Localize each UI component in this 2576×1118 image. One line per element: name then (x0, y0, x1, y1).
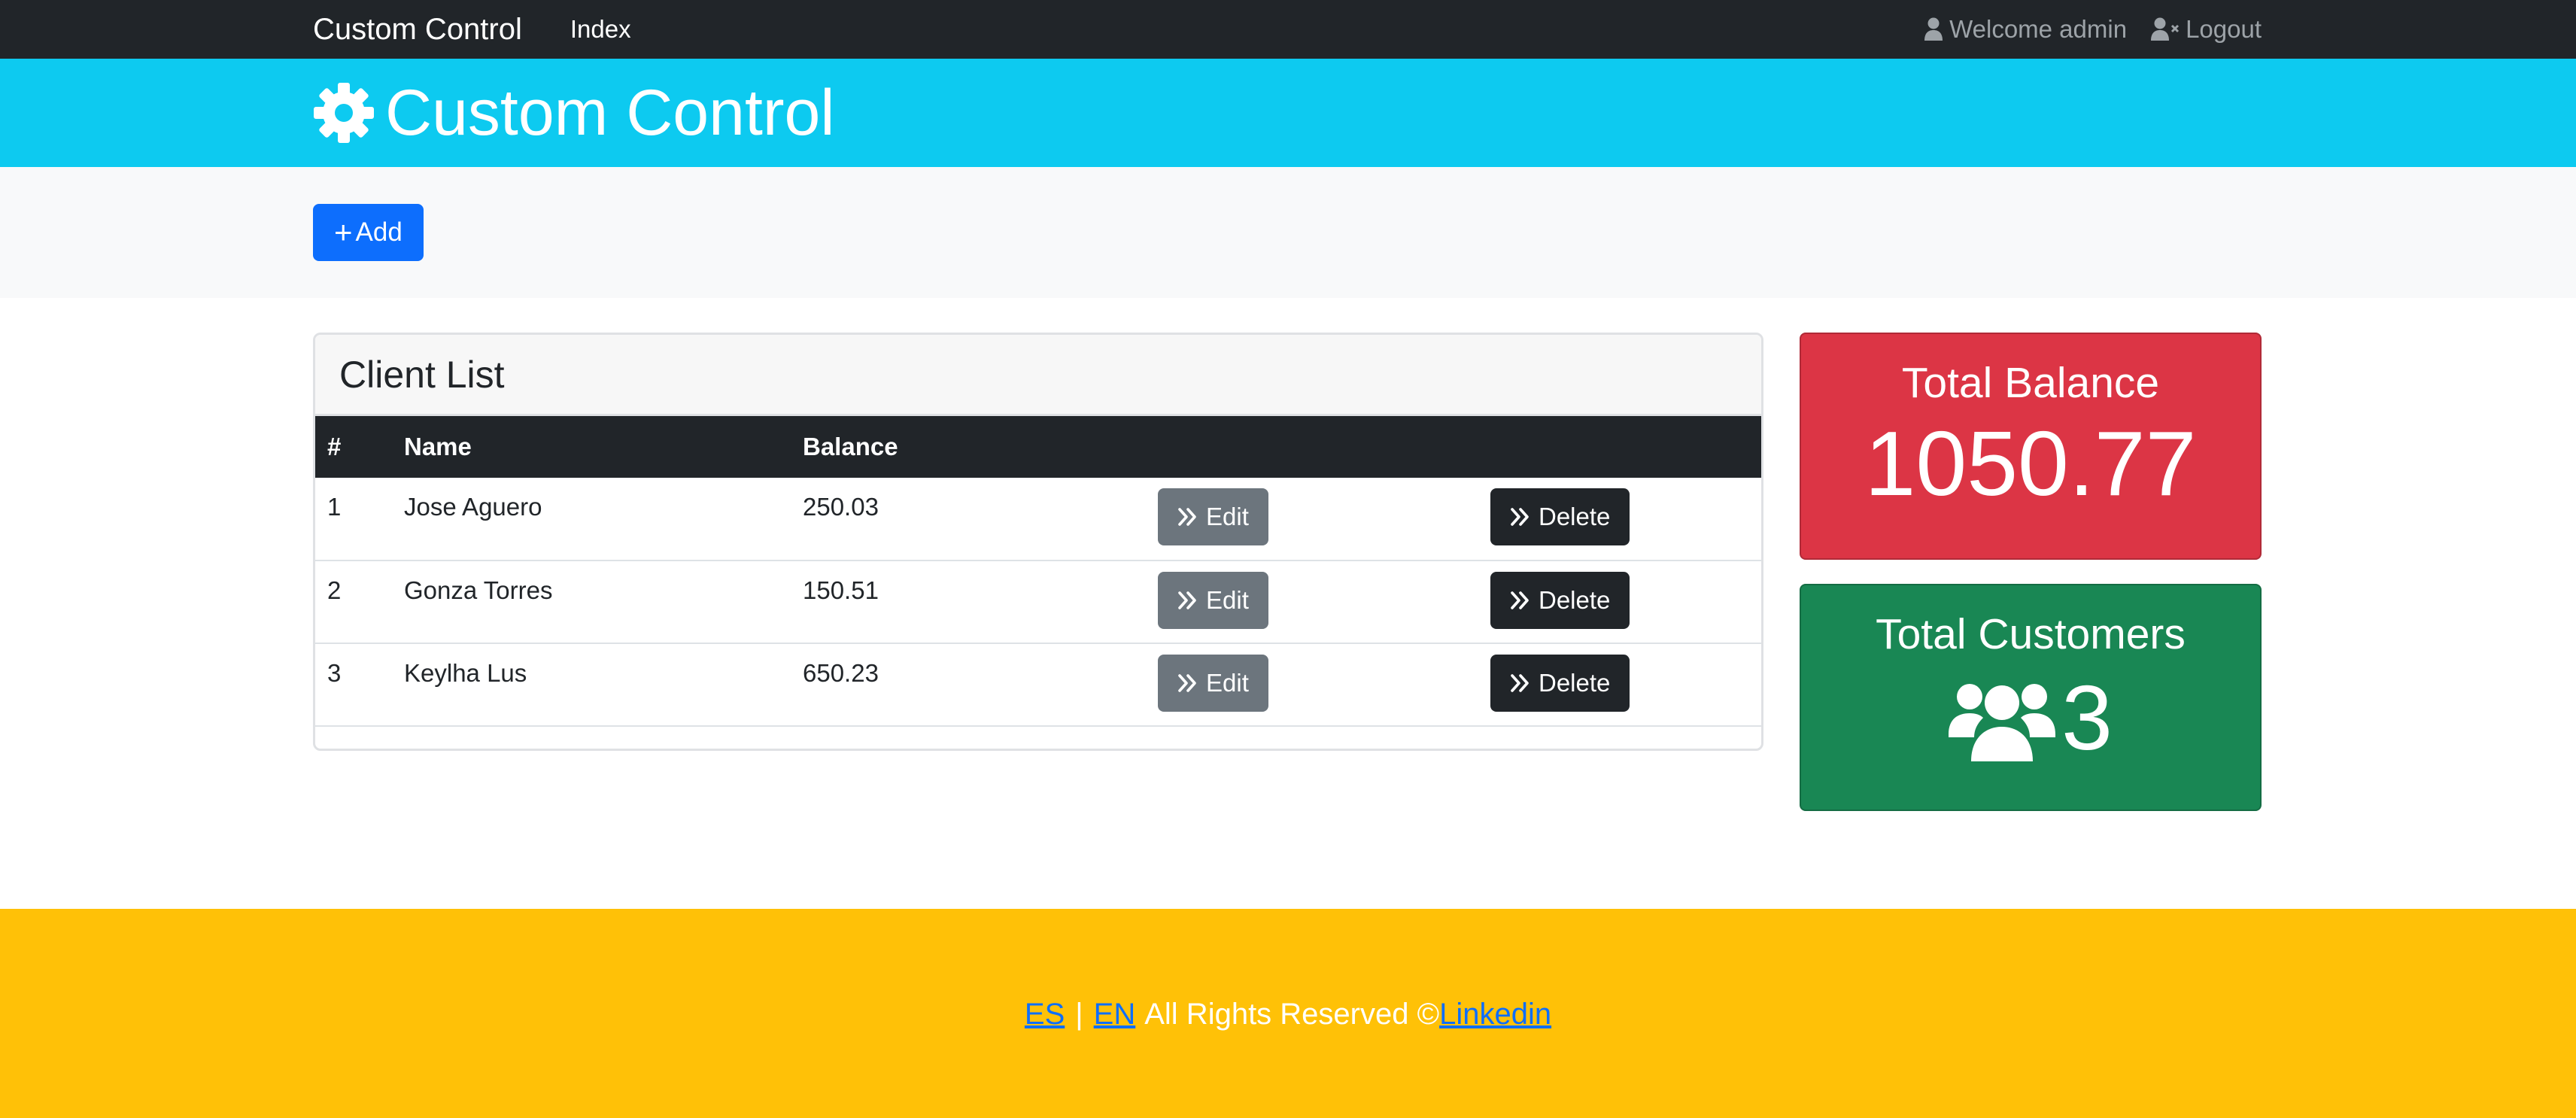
cell-balance: 650.23 (803, 659, 879, 687)
angles-right-icon (1511, 591, 1529, 609)
client-list-card: Client List # Name Balance 1 Jose Aguero (313, 333, 1763, 751)
plus-icon: + (334, 214, 353, 250)
welcome-user[interactable]: Welcome admin (1924, 15, 2127, 44)
linkedin-link[interactable]: Linkedin (1439, 998, 1551, 1031)
cell-number: 3 (327, 659, 342, 687)
page-footer: ES | EN All Rights Reserved © Linkedin (0, 909, 2576, 1118)
footer-separator: | (1075, 997, 1083, 1031)
cell-name: Jose Aguero (404, 493, 542, 521)
gear-icon (314, 83, 374, 143)
total-customers-value: 3 (2061, 667, 2113, 769)
client-table: # Name Balance 1 Jose Aguero 250.03 Edit… (315, 416, 1761, 727)
delete-button[interactable]: Delete (1490, 572, 1630, 629)
cell-balance: 250.03 (803, 493, 879, 521)
column-header-edit (1158, 416, 1490, 478)
angles-right-icon (1178, 591, 1196, 609)
user-times-icon (2151, 17, 2180, 41)
users-icon (1949, 684, 2056, 761)
cell-number: 1 (327, 493, 342, 521)
angles-right-icon (1511, 674, 1529, 692)
cell-name: Keylha Lus (404, 659, 527, 687)
stats-column: Total Balance 1050.77 Total Customers 3 (1800, 333, 2262, 909)
delete-button[interactable]: Delete (1490, 655, 1630, 712)
main-content: Client List # Name Balance 1 Jose Aguero (0, 298, 2576, 909)
total-balance-value: 1050.77 (1864, 412, 2197, 515)
total-customers-card: Total Customers 3 (1800, 584, 2262, 811)
total-balance-card: Total Balance 1050.77 (1800, 333, 2262, 560)
edit-button[interactable]: Edit (1158, 488, 1268, 545)
table-row: 1 Jose Aguero 250.03 Edit Delete (315, 478, 1761, 561)
total-balance-label: Total Balance (1901, 359, 2160, 407)
total-customers-label: Total Customers (1876, 610, 2186, 658)
angles-right-icon (1178, 674, 1196, 692)
client-list-title: Client List (315, 335, 1761, 416)
cell-name: Gonza Torres (404, 576, 553, 604)
column-header-delete (1490, 416, 1761, 478)
edit-label: Edit (1206, 586, 1249, 614)
user-icon (1924, 17, 1943, 41)
top-navbar: Custom Control Index Welcome admin Logou… (0, 0, 2576, 59)
language-en-link[interactable]: EN (1094, 998, 1136, 1031)
nav-link-index[interactable]: Index (570, 15, 631, 44)
delete-label: Delete (1539, 586, 1611, 614)
angles-right-icon (1178, 508, 1196, 526)
logout-link[interactable]: Logout (2151, 15, 2262, 44)
logout-text: Logout (2186, 15, 2262, 43)
delete-label: Delete (1539, 669, 1611, 697)
cell-balance: 150.51 (803, 576, 879, 604)
edit-button[interactable]: Edit (1158, 655, 1268, 712)
add-button-label: Add (355, 217, 402, 247)
page-header: Custom Control (0, 59, 2576, 167)
edit-label: Edit (1206, 503, 1249, 530)
column-header-name: Name (404, 433, 472, 460)
actions-bar: + Add (0, 167, 2576, 298)
table-row: 3 Keylha Lus 650.23 Edit Delete (315, 643, 1761, 726)
cell-number: 2 (327, 576, 342, 604)
footer-rights-text: All Rights Reserved © (1144, 997, 1440, 1031)
language-es-link[interactable]: ES (1025, 998, 1065, 1031)
edit-label: Edit (1206, 669, 1249, 697)
welcome-text: Welcome admin (1949, 15, 2128, 43)
add-client-button[interactable]: + Add (313, 204, 424, 261)
page-title: Custom Control (385, 76, 835, 149)
delete-label: Delete (1539, 503, 1611, 530)
column-header-number: # (327, 433, 342, 460)
table-row: 2 Gonza Torres 150.51 Edit Delete (315, 561, 1761, 643)
table-header-row: # Name Balance (315, 416, 1761, 478)
edit-button[interactable]: Edit (1158, 572, 1268, 629)
column-header-balance: Balance (803, 433, 898, 460)
angles-right-icon (1511, 508, 1529, 526)
navbar-brand[interactable]: Custom Control (313, 13, 522, 47)
delete-button[interactable]: Delete (1490, 488, 1630, 545)
